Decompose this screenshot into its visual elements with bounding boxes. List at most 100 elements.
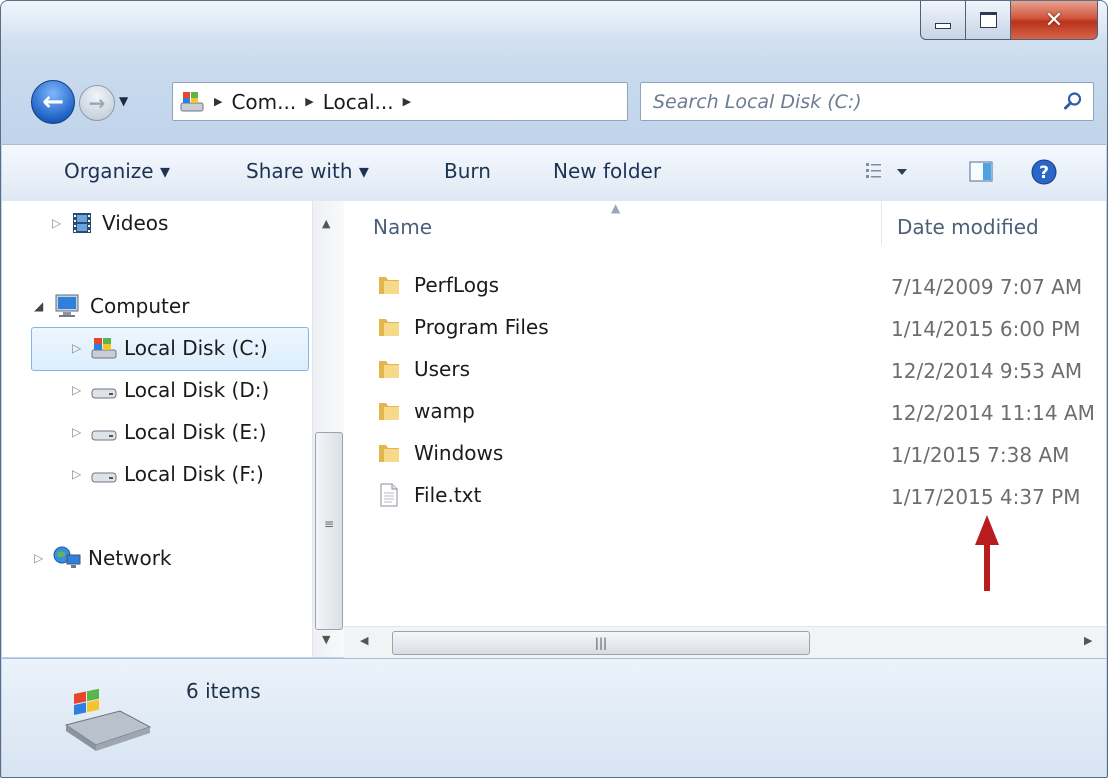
- column-header-date-modified[interactable]: Date modified: [897, 215, 1039, 239]
- expand-icon[interactable]: ▷: [72, 341, 90, 355]
- file-date: 7/14/2009 7:07 AM: [891, 275, 1083, 299]
- folder-icon: [379, 319, 399, 336]
- preview-pane-button[interactable]: [968, 159, 994, 190]
- table-row[interactable]: File.txt: [376, 477, 481, 513]
- caption-buttons: ✕: [920, 1, 1098, 41]
- file-name: Program Files: [414, 315, 549, 339]
- help-icon: ?: [1031, 159, 1057, 185]
- close-button[interactable]: ✕: [1011, 1, 1098, 40]
- file-date: 1/1/2015 7:38 AM: [891, 443, 1070, 467]
- scroll-left-icon[interactable]: ◀: [360, 634, 368, 647]
- search-input[interactable]: Search Local Disk (C:): [640, 82, 1094, 121]
- windows-drive-icon: [91, 338, 117, 359]
- breadcrumb-separator[interactable]: ▶: [214, 95, 222, 108]
- details-pane: 6 items: [2, 658, 1106, 777]
- table-row[interactable]: wamp: [376, 393, 475, 429]
- sidebar-item-label: Computer: [90, 294, 190, 318]
- scrollbar-thumb[interactable]: |||: [392, 631, 810, 655]
- navigation-pane: ▷ Videos ◢ Computer ▷ Local Disk (C:) ▷ …: [2, 201, 312, 657]
- sort-ascending-icon: ▲: [611, 201, 621, 215]
- file-date: 12/2/2014 9:53 AM: [891, 359, 1083, 383]
- table-row[interactable]: Windows: [376, 435, 503, 471]
- sidebar-item-label: Local Disk (F:): [124, 462, 264, 486]
- sidebar-item-label: Local Disk (E:): [124, 420, 267, 444]
- file-date: 1/17/2015 4:37 PM: [891, 485, 1081, 509]
- share-with-button[interactable]: Share with ▾: [246, 159, 369, 183]
- view-options-button[interactable]: [864, 160, 916, 189]
- explorer-window: ✕ ← → ▼ ▶ Com... ▶ Local... ▶ ▼ ⇆ Search: [0, 0, 1108, 778]
- help-button[interactable]: ?: [1030, 158, 1058, 191]
- table-row[interactable]: Program Files: [376, 309, 549, 345]
- folder-icon: [379, 361, 399, 378]
- table-row[interactable]: Users: [376, 351, 470, 387]
- item-count: 6 items: [186, 679, 261, 703]
- folder-icon: [379, 403, 399, 420]
- navigation-scrollbar[interactable]: ▲ ≡ ▼: [312, 201, 345, 657]
- sidebar-item-label: Local Disk (C:): [124, 336, 268, 360]
- file-name: PerfLogs: [414, 273, 500, 297]
- text-file-icon: [380, 483, 398, 507]
- burn-button[interactable]: Burn: [444, 159, 491, 183]
- sidebar-item-label: Videos: [102, 211, 169, 235]
- expand-icon[interactable]: ▷: [72, 425, 90, 439]
- sidebar-item-videos[interactable]: ▷ Videos: [52, 205, 168, 241]
- drive-icon: [91, 388, 117, 399]
- expand-icon[interactable]: ▷: [52, 216, 70, 230]
- scroll-down-icon[interactable]: ▼: [322, 633, 330, 646]
- recent-pages-button[interactable]: ▼: [119, 94, 128, 108]
- forward-arrow-icon: →: [88, 91, 106, 115]
- file-date: 1/14/2015 6:00 PM: [891, 317, 1081, 341]
- scroll-right-icon[interactable]: ▶: [1084, 634, 1092, 647]
- grip-icon: |||: [594, 636, 608, 650]
- preview-pane-icon: [969, 161, 993, 182]
- file-name: Windows: [414, 441, 504, 465]
- drive-large-icon: [64, 689, 152, 751]
- navigation-buttons: ← → ▼: [31, 80, 151, 124]
- sidebar-item-computer[interactable]: ◢ Computer: [34, 288, 189, 324]
- breadcrumb-separator[interactable]: ▶: [305, 95, 313, 108]
- forward-button[interactable]: →: [79, 85, 115, 121]
- sidebar-item-local-disk-e[interactable]: ▷ Local Disk (E:): [72, 414, 267, 450]
- sidebar-item-local-disk-d[interactable]: ▷ Local Disk (D:): [72, 372, 269, 408]
- file-name: Users: [414, 357, 471, 381]
- red-arrow-icon: [975, 515, 999, 591]
- expand-icon[interactable]: ▷: [72, 383, 90, 397]
- maximize-button[interactable]: [966, 1, 1011, 40]
- scroll-up-icon[interactable]: ▲: [322, 217, 330, 230]
- new-folder-button[interactable]: New folder: [553, 159, 661, 183]
- expand-icon[interactable]: ▷: [72, 467, 90, 481]
- horizontal-scrollbar[interactable]: ◀ ||| ▶: [344, 626, 1106, 658]
- file-name: File.txt: [414, 483, 482, 507]
- breadcrumb-computer[interactable]: Com...: [231, 90, 296, 114]
- sidebar-item-local-disk-f[interactable]: ▷ Local Disk (F:): [72, 456, 264, 492]
- sidebar-item-local-disk-c[interactable]: ▷ Local Disk (C:): [72, 330, 268, 366]
- file-name: wamp: [414, 399, 475, 423]
- sidebar-item-network[interactable]: ▷ Network: [34, 540, 172, 576]
- minimize-icon: [935, 23, 951, 29]
- drive-icon: [91, 430, 117, 441]
- column-divider[interactable]: [881, 201, 882, 245]
- table-row[interactable]: PerfLogs: [376, 267, 499, 303]
- sidebar-item-label: Local Disk (D:): [124, 378, 270, 402]
- organize-button[interactable]: Organize ▾: [64, 159, 170, 183]
- view-options-icon: [866, 163, 907, 178]
- address-bar[interactable]: ▶ Com... ▶ Local... ▶ ▼ ⇆: [172, 82, 783, 121]
- expand-icon[interactable]: ▷: [34, 551, 52, 565]
- breadcrumb-separator[interactable]: ▶: [403, 95, 411, 108]
- back-arrow-icon: ←: [42, 87, 64, 117]
- collapse-icon[interactable]: ◢: [34, 299, 52, 313]
- drive-icon: [91, 472, 117, 483]
- svg-text:?: ?: [1039, 163, 1049, 183]
- close-icon: ✕: [1044, 7, 1064, 33]
- scrollbar-thumb[interactable]: ≡: [315, 432, 343, 630]
- back-button[interactable]: ←: [31, 80, 75, 124]
- command-bar: Organize ▾ Share with ▾ Burn New folder …: [2, 144, 1106, 202]
- minimize-button[interactable]: [920, 1, 966, 40]
- search-icon[interactable]: [1063, 91, 1083, 111]
- network-icon: [53, 546, 81, 568]
- breadcrumb-local-disk[interactable]: Local...: [323, 90, 394, 114]
- column-header-name[interactable]: Name: [373, 215, 432, 239]
- folder-icon: [379, 277, 399, 294]
- file-date: 12/2/2014 11:14 AM: [891, 401, 1095, 425]
- search-placeholder: Search Local Disk (C:): [653, 90, 862, 113]
